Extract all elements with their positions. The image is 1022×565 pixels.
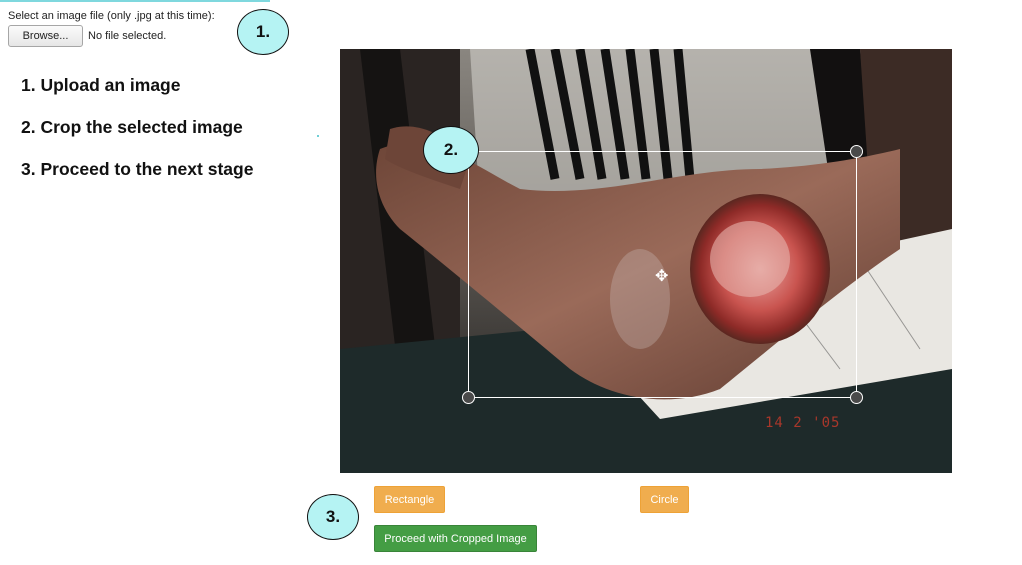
file-status-text: No file selected. <box>88 30 167 42</box>
instruction-step-3: 3. Proceed to the next stage <box>21 159 254 179</box>
crop-handle-top-right[interactable] <box>850 145 863 158</box>
step-badge-1: 1. <box>237 9 289 55</box>
instruction-step-2: 2. Crop the selected image <box>21 117 243 137</box>
step-badge-3: 3. <box>307 494 359 540</box>
file-input-label: Select an image file (only .jpg at this … <box>8 10 215 22</box>
rectangle-crop-button[interactable]: Rectangle <box>374 486 445 513</box>
crop-selection-box[interactable]: ✥ <box>462 145 863 404</box>
crop-handle-bottom-right[interactable] <box>850 391 863 404</box>
circle-crop-button[interactable]: Circle <box>640 486 689 513</box>
instruction-list: 1. Upload an image 2. Crop the selected … <box>21 74 253 200</box>
crop-handle-bottom-left[interactable] <box>462 391 475 404</box>
browse-button[interactable]: Browse... <box>8 25 83 47</box>
decorative-dot <box>317 135 319 137</box>
instruction-step-1: 1. Upload an image <box>21 75 181 95</box>
top-divider <box>0 0 270 2</box>
step-badge-2: 2. <box>423 126 479 174</box>
move-icon[interactable]: ✥ <box>655 266 668 286</box>
photo-date-stamp: 14 2 '05 <box>765 415 841 431</box>
crop-image-area[interactable]: ✥ 14 2 '05 <box>340 49 952 473</box>
proceed-cropped-button[interactable]: Proceed with Cropped Image <box>374 525 537 552</box>
